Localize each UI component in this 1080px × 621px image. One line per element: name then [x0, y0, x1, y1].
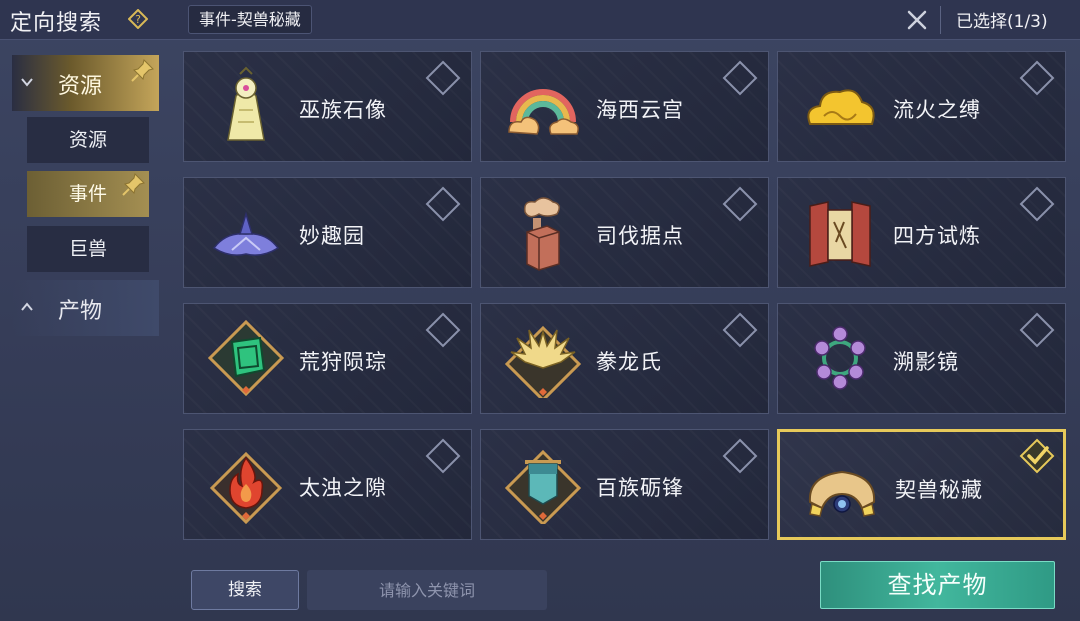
checkbox-icon[interactable]	[722, 186, 758, 222]
golden-dragon-emblem-icon	[504, 325, 582, 398]
smoking-box-icon	[523, 197, 560, 271]
event-card[interactable]: 流火之缚	[777, 51, 1066, 162]
event-card[interactable]: 巫族石像	[183, 51, 472, 162]
keyword-input[interactable]	[307, 570, 547, 610]
search-button[interactable]: 搜索	[191, 570, 299, 610]
help-icon[interactable]: ?	[128, 9, 148, 29]
checkbox-icon[interactable]	[1019, 60, 1055, 96]
card-name: 巫族石像	[299, 98, 387, 122]
card-name: 荒狩陨琮	[299, 350, 387, 374]
checkbox-icon[interactable]	[425, 60, 461, 96]
header-divider	[940, 6, 941, 34]
page-title: 定向搜索	[10, 11, 103, 36]
pin-icon	[122, 173, 145, 196]
card-name: 太浊之隙	[299, 476, 387, 500]
sidebar-subitem-resources[interactable]: 资源	[27, 117, 149, 163]
lilac-mirror-icon	[814, 326, 866, 390]
card-name: 司伐据点	[596, 224, 684, 248]
event-card[interactable]: 妙趣园	[183, 177, 472, 288]
event-card[interactable]: 太浊之隙	[183, 429, 472, 540]
checkbox-icon[interactable]	[425, 438, 461, 474]
checkbox-icon[interactable]	[1019, 312, 1055, 348]
event-card[interactable]: 司伐据点	[480, 177, 769, 288]
svg-text:?: ?	[135, 13, 141, 26]
banner-emblem-icon	[504, 449, 582, 524]
card-name: 百族砺锋	[596, 476, 684, 500]
sidebar-subitem-behemoth[interactable]: 巨兽	[27, 226, 149, 272]
purple-flower-icon	[212, 211, 280, 256]
golden-cloud-icon	[807, 89, 875, 125]
event-card[interactable]: 豢龙氏	[480, 303, 769, 414]
top-bar: 定向搜索 ? 事件-契兽秘藏 已选择(1/3)	[0, 0, 1080, 40]
category-label: 产物	[58, 299, 103, 324]
card-name: 流火之缚	[893, 98, 981, 122]
card-name: 四方试炼	[893, 224, 981, 248]
shaman-statue-icon	[227, 66, 265, 141]
subitem-label: 事件	[68, 183, 107, 205]
sidebar-category-resources[interactable]: 资源	[12, 55, 159, 111]
checkbox-icon[interactable]	[722, 438, 758, 474]
search-filter-chip[interactable]: 事件-契兽秘藏	[188, 5, 312, 34]
checkbox-icon[interactable]	[425, 186, 461, 222]
event-card[interactable]: 四方试炼	[777, 177, 1066, 288]
card-name: 妙趣园	[299, 224, 365, 248]
chevron-down-icon	[21, 78, 33, 87]
beast-treasure-icon	[808, 470, 876, 517]
card-name: 契兽秘藏	[895, 478, 983, 502]
event-card[interactable]: 溯影镜	[777, 303, 1066, 414]
event-card[interactable]: 海西云宫	[480, 51, 769, 162]
checkbox-icon[interactable]	[1019, 186, 1055, 222]
pin-icon	[131, 59, 154, 82]
sidebar-subitem-events[interactable]: 事件	[27, 171, 149, 217]
checkmark-icon[interactable]	[1019, 438, 1055, 474]
category-label: 资源	[58, 74, 103, 99]
event-card[interactable]: 百族砺锋	[480, 429, 769, 540]
fire-emblem-icon	[209, 451, 283, 524]
selected-count: 已选择(1/3)	[956, 12, 1048, 32]
card-name: 豢龙氏	[596, 350, 662, 374]
trial-banner-icon	[809, 201, 871, 267]
close-icon[interactable]	[905, 8, 929, 32]
rainbow-cloud-icon	[508, 89, 579, 135]
event-card-selected[interactable]: 契兽秘藏	[777, 429, 1066, 540]
sidebar-category-products[interactable]: 产物	[12, 280, 159, 336]
find-products-button[interactable]: 查找产物	[820, 561, 1055, 609]
checkbox-icon[interactable]	[722, 312, 758, 348]
chevron-up-icon	[21, 302, 33, 311]
checkbox-icon[interactable]	[722, 60, 758, 96]
event-card[interactable]: 荒狩陨琮	[183, 303, 472, 414]
card-name: 溯影镜	[893, 350, 959, 374]
card-name: 海西云宫	[596, 98, 684, 122]
green-jade-emblem-icon	[207, 319, 285, 397]
checkbox-icon[interactable]	[425, 312, 461, 348]
